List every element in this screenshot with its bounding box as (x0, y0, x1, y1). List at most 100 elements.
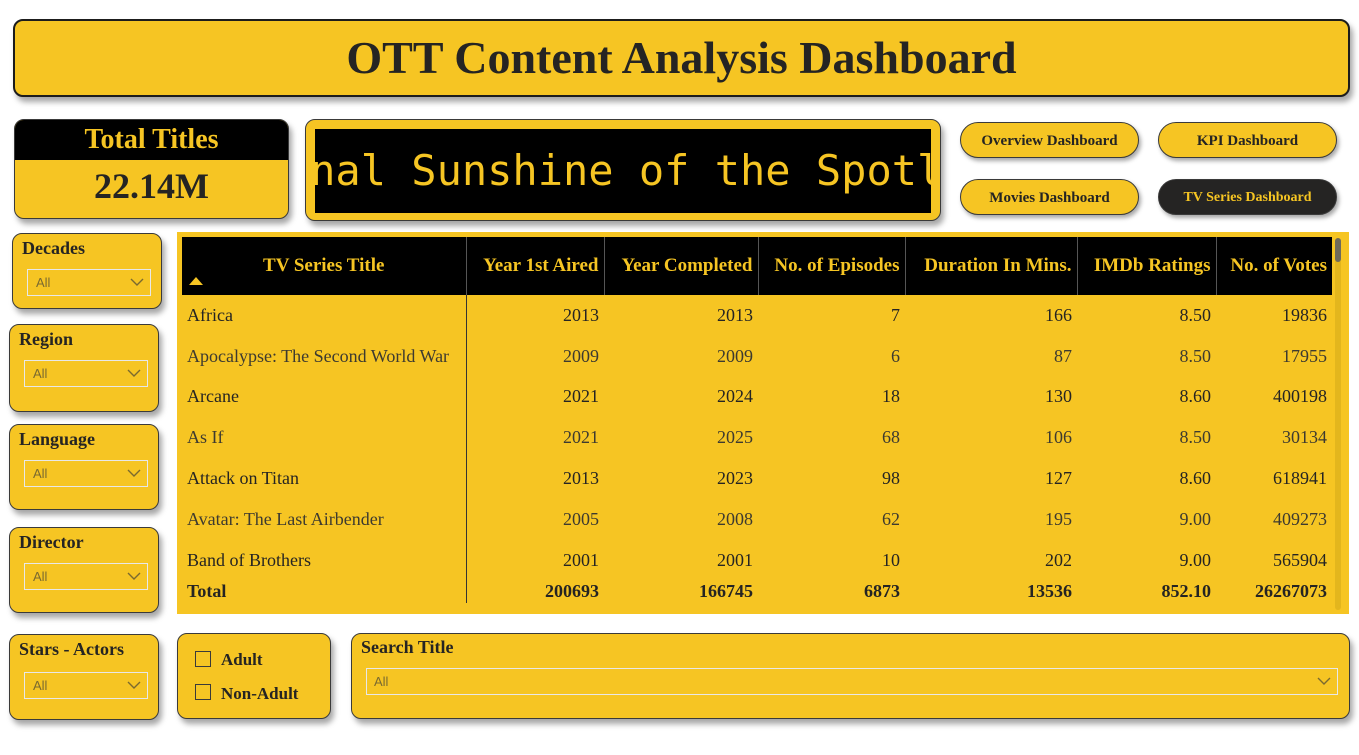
language-slicer: Language All (9, 424, 159, 510)
decades-dropdown[interactable]: All (27, 269, 151, 296)
total-duration: 13536 (1027, 580, 1072, 601)
cell-year-completed: 2025 (717, 427, 753, 448)
overview-dashboard-button[interactable]: Overview Dashboard (960, 122, 1139, 158)
stars-actors-dropdown[interactable]: All (24, 672, 148, 699)
cell-imdb-rating: 8.60 (1179, 386, 1212, 407)
table-row[interactable]: Arcane 2021 2024 18 130 8.60 400198 (182, 376, 1332, 418)
decades-slicer: Decades All (12, 233, 162, 309)
table-row[interactable]: Attack on Titan 2013 2023 98 127 8.60 618941 (182, 458, 1332, 499)
non-adult-checkbox[interactable] (195, 684, 211, 700)
total-year-aired: 200693 (545, 580, 599, 601)
chevron-down-icon (1317, 677, 1331, 685)
ticker-screen: Eternal Sunshine of the Spotless Mind (315, 129, 931, 213)
total-label: Total (182, 580, 467, 603)
cell-votes: 19836 (1282, 304, 1327, 325)
kpi-dashboard-button[interactable]: KPI Dashboard (1158, 122, 1337, 158)
cell-duration: 127 (1045, 468, 1072, 489)
table-row[interactable]: Africa 2013 2013 7 166 8.50 19836 (182, 295, 1332, 336)
total-votes: 26267073 (1255, 580, 1327, 601)
stars-actors-label: Stars - Actors (19, 639, 124, 659)
chevron-down-icon (127, 469, 141, 477)
cell-duration: 106 (1045, 427, 1072, 448)
cell-year-aired: 2005 (563, 508, 599, 529)
table-scrollbar-thumb[interactable] (1335, 238, 1341, 262)
cell-year-aired: 2013 (563, 468, 599, 489)
director-dropdown[interactable]: All (24, 563, 148, 590)
total-titles-card: Total Titles 22.14M (14, 119, 289, 219)
column-header-episodes[interactable]: No. of Episodes (757, 237, 905, 295)
cell-year-aired: 2013 (563, 304, 599, 325)
cell-episodes: 98 (882, 468, 900, 489)
cell-episodes: 6 (891, 345, 900, 366)
table-row[interactable]: Apocalypse: The Second World War 2009 2009… (182, 335, 1332, 377)
kpi-label: Total Titles (15, 120, 288, 160)
cell-year-aired: 2009 (563, 345, 599, 366)
cell-episodes: 68 (882, 427, 900, 448)
search-title-dropdown[interactable]: All (366, 668, 1338, 695)
chevron-down-icon (127, 681, 141, 689)
cell-title: Attack on Titan (182, 458, 467, 499)
column-header-duration[interactable]: Duration In Mins. (904, 237, 1077, 295)
cell-year-completed: 2001 (717, 549, 753, 570)
cell-title: Apocalypse: The Second World War (182, 335, 467, 377)
search-title-label: Search Title (361, 637, 454, 657)
region-value: All (33, 366, 48, 381)
cell-votes: 565904 (1273, 549, 1327, 570)
sort-ascending-icon (189, 277, 203, 285)
cell-year-aired: 2001 (563, 549, 599, 570)
language-label: Language (19, 429, 96, 449)
total-episodes: 6873 (864, 580, 900, 601)
table-total-row: Total 200693 166745 6873 13536 852.10 26267073 (182, 580, 1332, 603)
chevron-down-icon (130, 278, 144, 286)
decades-value: All (36, 275, 51, 290)
total-imdb-rating: 852.10 (1161, 580, 1212, 601)
table-row[interactable]: Avatar: The Last Airbender 2005 2008 62 195 9… (182, 498, 1332, 540)
cell-votes: 409273 (1273, 508, 1327, 529)
data-table: TV Series Title Year 1st Aired Year Comp… (182, 237, 1332, 603)
tv-series-table: TV Series Title Year 1st Aired Year Comp… (177, 232, 1349, 614)
region-label: Region (19, 329, 73, 349)
cell-year-aired: 2021 (563, 386, 599, 407)
cell-duration: 87 (1054, 345, 1072, 366)
language-dropdown[interactable]: All (24, 460, 148, 487)
stars-actors-slicer: Stars - Actors All (9, 634, 159, 720)
column-header-imdb-ratings[interactable]: IMDb Ratings (1076, 237, 1216, 295)
column-header-year-aired[interactable]: Year 1st Aired (466, 237, 604, 295)
tv-series-dashboard-button[interactable]: TV Series Dashboard (1158, 179, 1337, 215)
non-adult-label: Non-Adult (221, 684, 299, 703)
cell-episodes: 7 (891, 304, 900, 325)
cell-imdb-rating: 8.50 (1179, 345, 1212, 366)
cell-votes: 17955 (1282, 345, 1327, 366)
cell-imdb-rating: 8.50 (1179, 304, 1212, 325)
cell-year-aired: 2021 (563, 427, 599, 448)
table-scrollbar-track[interactable] (1335, 238, 1341, 610)
column-header-year-completed[interactable]: Year Completed (603, 237, 758, 295)
cell-imdb-rating: 9.00 (1179, 549, 1212, 570)
movies-dashboard-button[interactable]: Movies Dashboard (960, 179, 1139, 215)
page-title: OTT Content Analysis Dashboard (346, 32, 1017, 83)
cell-title: Arcane (182, 376, 467, 418)
region-dropdown[interactable]: All (24, 360, 148, 387)
cell-title: Avatar: The Last Airbender (182, 498, 467, 540)
kpi-value: 22.14M (94, 166, 209, 206)
cell-duration: 166 (1045, 304, 1072, 325)
adult-label: Adult (221, 650, 263, 669)
chevron-down-icon (127, 572, 141, 580)
cell-year-completed: 2009 (717, 345, 753, 366)
cell-title: Africa (182, 295, 467, 336)
table-row[interactable]: Band of Brothers 2001 2001 10 202 9.00 565904 (182, 539, 1332, 581)
column-header-title[interactable]: TV Series Title (182, 237, 467, 295)
cell-votes: 618941 (1273, 468, 1327, 489)
cell-votes: 30134 (1282, 427, 1327, 448)
cell-duration: 202 (1045, 549, 1072, 570)
cell-episodes: 10 (882, 549, 900, 570)
region-slicer: Region All (9, 324, 159, 412)
total-year-completed: 166745 (699, 580, 753, 601)
adult-checkbox[interactable] (195, 651, 211, 667)
dashboard-title-card: OTT Content Analysis Dashboard (13, 19, 1350, 97)
table-header-row: TV Series Title Year 1st Aired Year Comp… (182, 237, 1332, 295)
cell-duration: 130 (1045, 386, 1072, 407)
column-header-votes[interactable]: No. of Votes (1215, 237, 1332, 295)
table-row[interactable]: As If 2021 2025 68 106 8.50 30134 (182, 417, 1332, 459)
cell-title: Band of Brothers (182, 539, 467, 581)
